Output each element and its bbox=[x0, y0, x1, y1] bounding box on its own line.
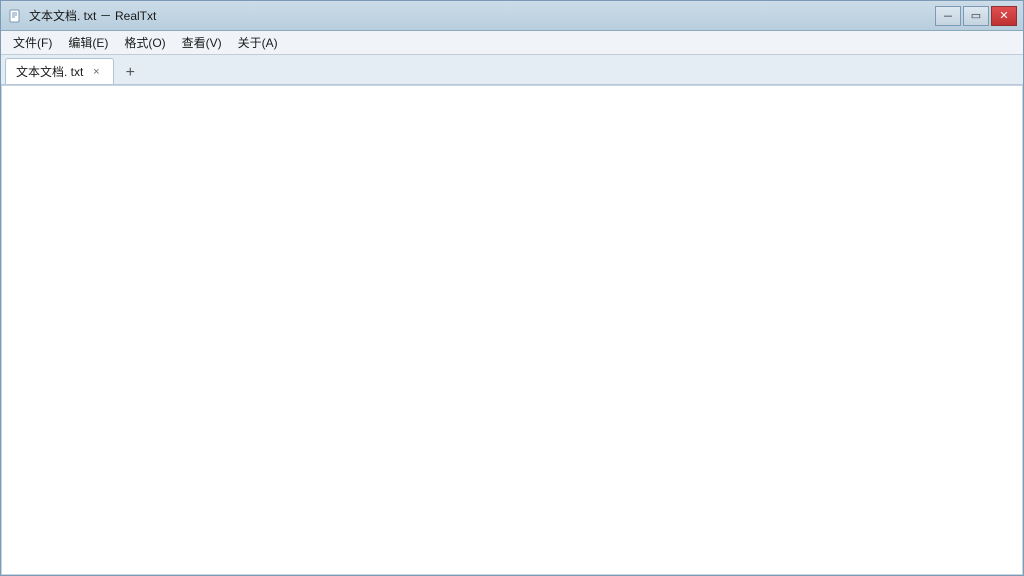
menu-edit[interactable]: 编辑(E) bbox=[60, 32, 116, 53]
new-tab-button[interactable]: + bbox=[118, 62, 142, 84]
menu-bar: 文件(F) 编辑(E) 格式(O) 查看(V) 关于(A) bbox=[1, 31, 1023, 55]
window-controls: － ▭ ✕ bbox=[935, 6, 1017, 26]
menu-format[interactable]: 格式(O) bbox=[116, 32, 173, 53]
tab-active[interactable]: 文本文档. txt × bbox=[5, 58, 114, 84]
app-icon bbox=[7, 8, 23, 24]
tab-label: 文本文档. txt bbox=[16, 63, 83, 80]
menu-about[interactable]: 关于(A) bbox=[230, 32, 286, 53]
window-title: 文本文档. txt － RealTxt bbox=[29, 7, 156, 24]
restore-button[interactable]: ▭ bbox=[963, 6, 989, 26]
close-button[interactable]: ✕ bbox=[991, 6, 1017, 26]
title-bar-left: 文本文档. txt － RealTxt bbox=[7, 7, 156, 24]
title-bar: 文本文档. txt － RealTxt － ▭ ✕ bbox=[1, 1, 1023, 31]
minimize-button[interactable]: － bbox=[935, 6, 961, 26]
menu-view[interactable]: 查看(V) bbox=[174, 32, 230, 53]
main-window: 文本文档. txt － RealTxt － ▭ ✕ 文件(F) 编辑(E) 格式… bbox=[0, 0, 1024, 576]
tab-bar: 文本文档. txt × + bbox=[1, 55, 1023, 85]
menu-file[interactable]: 文件(F) bbox=[5, 32, 60, 53]
text-content-area[interactable] bbox=[1, 85, 1023, 575]
tab-close-button[interactable]: × bbox=[89, 65, 103, 79]
